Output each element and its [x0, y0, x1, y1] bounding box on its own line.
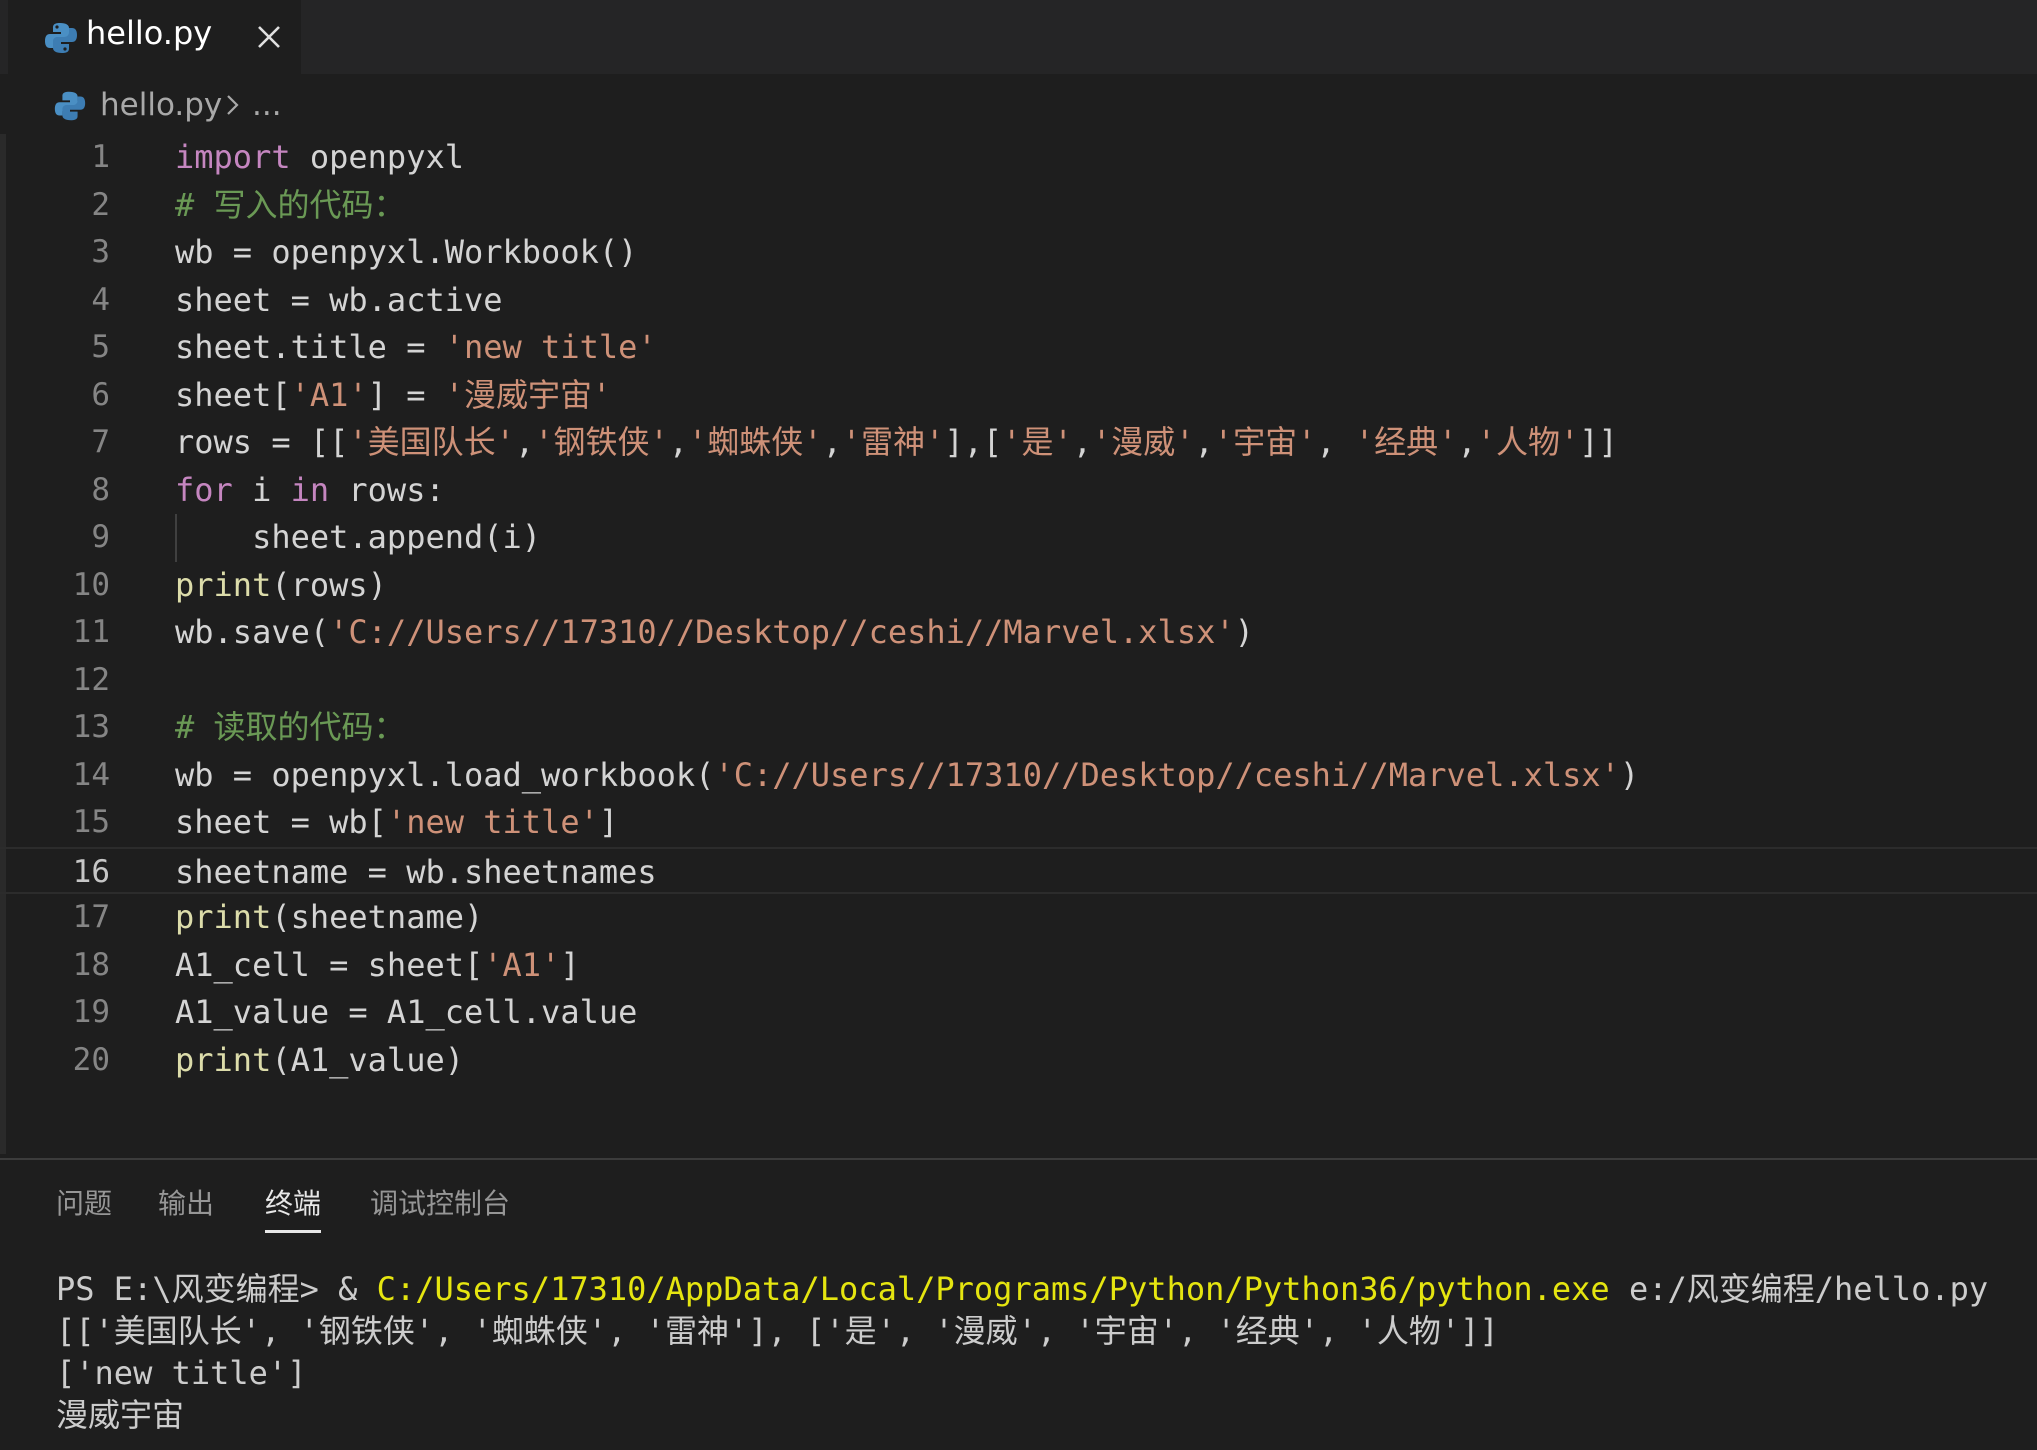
code-text: rows = [['美国队长','钢铁侠','蜘蛛侠','雷神'],['是','… — [175, 423, 1618, 461]
line-number: 6 — [91, 376, 110, 413]
breadcrumb-more[interactable]: ... — [252, 87, 282, 123]
code-line: 1 import openpyxl — [0, 134, 2037, 182]
tab-debug-console[interactable]: 调试控制台 — [370, 1182, 510, 1222]
panel-tab-bar: 问题 输出 终端 调试控制台 — [0, 1160, 2037, 1240]
terminal-output-line: 漫威宇宙 — [56, 1396, 185, 1434]
code-line: 7 rows = [['美国队长','钢铁侠','蜘蛛侠','雷神'],['是'… — [0, 419, 2037, 467]
tab-label: hello.py — [86, 14, 213, 52]
code-text: sheet.title = 'new title' — [175, 328, 657, 366]
line-number: 5 — [91, 329, 110, 365]
line-number: 19 — [72, 994, 110, 1030]
code-text: wb = openpyxl.Workbook() — [175, 233, 638, 271]
code-line: 11 wb.save('C://Users//17310//Desktop//c… — [0, 609, 2037, 657]
code-line: 6 sheet['A1'] = '漫威宇宙' — [0, 372, 2037, 420]
code-text: print(sheetname) — [175, 898, 484, 936]
code-text: A1_cell = sheet['A1'] — [175, 945, 580, 984]
line-number: 9 — [91, 519, 110, 555]
code-line: 18 A1_cell = sheet['A1'] — [0, 942, 2037, 990]
terminal-output-line: ['new title'] — [56, 1354, 307, 1392]
code-text: # 读取的代码： — [175, 708, 406, 746]
code-line: 12 — [0, 657, 2037, 705]
code-text: wb.save('C://Users//17310//Desktop//cesh… — [175, 613, 1254, 651]
line-number: 1 — [91, 139, 110, 175]
active-tab-indicator — [265, 1230, 321, 1233]
close-icon[interactable] — [248, 16, 290, 58]
code-line: 15 sheet = wb['new title'] — [0, 799, 2037, 847]
line-number: 3 — [91, 234, 110, 270]
line-number: 2 — [91, 186, 110, 223]
code-text: sheet = wb['new title'] — [175, 803, 619, 841]
tab-problems[interactable]: 问题 — [56, 1182, 112, 1222]
line-number: 16 — [72, 853, 110, 890]
code-text: print(rows) — [175, 565, 387, 604]
line-number: 10 — [72, 566, 110, 603]
line-number: 8 — [91, 471, 110, 508]
breadcrumb-file[interactable]: hello.py — [100, 87, 222, 123]
code-line: 10 print(rows) — [0, 562, 2037, 610]
code-text: # 写入的代码： — [175, 185, 406, 224]
editor-tab-bar: hello.py — [0, 0, 2037, 74]
code-text: import openpyxl — [175, 138, 464, 176]
bottom-panel: 问题 输出 终端 调试控制台 PS E:\风变编程> & C:/Users/17… — [0, 1158, 2037, 1450]
tab-output[interactable]: 输出 — [158, 1182, 214, 1222]
line-number: 4 — [91, 281, 110, 318]
code-text: sheet['A1'] = '漫威宇宙' — [175, 375, 612, 414]
line-number: 14 — [72, 756, 110, 793]
terminal-output-line: [['美国队长', '钢铁侠', '蜘蛛侠', '雷神'], ['是', '漫威… — [56, 1312, 1499, 1350]
code-text: wb = openpyxl.load_workbook('C://Users//… — [175, 755, 1640, 794]
code-editor[interactable]: 1 import openpyxl 2 # 写入的代码： 3 wb = open… — [0, 134, 2037, 1154]
code-line: 4 sheet = wb.active — [0, 277, 2037, 325]
code-line: 19 A1_value = A1_cell.value — [0, 989, 2037, 1037]
code-line: 2 # 写入的代码： — [0, 182, 2037, 230]
code-text: for i in rows: — [175, 470, 445, 509]
line-number: 7 — [91, 424, 110, 460]
code-line: 13 # 读取的代码： — [0, 704, 2037, 752]
code-line: 9 sheet.append(i) — [0, 514, 2037, 562]
code-text: sheetname = wb.sheetnames — [175, 852, 657, 891]
line-number: 17 — [72, 899, 110, 935]
line-number: 18 — [72, 946, 110, 983]
line-number: 11 — [72, 614, 110, 650]
python-file-icon — [42, 19, 80, 57]
chevron-right-icon — [222, 90, 244, 120]
tab-terminal[interactable]: 终端 — [265, 1182, 321, 1222]
line-number: 15 — [72, 804, 110, 840]
code-text: A1_value = A1_cell.value — [175, 993, 638, 1031]
breadcrumb: hello.py ... — [0, 82, 2037, 132]
line-number: 20 — [72, 1041, 110, 1078]
code-text: sheet = wb.active — [175, 280, 503, 319]
code-line: 8 for i in rows: — [0, 467, 2037, 515]
python-file-icon — [52, 88, 88, 124]
code-text: print(A1_value) — [175, 1040, 464, 1079]
code-text: sheet.append(i) — [175, 518, 542, 556]
terminal-command-line: PS E:\风变编程> & C:/Users/17310/AppData/Loc… — [56, 1270, 1989, 1308]
tab-hello-py[interactable]: hello.py — [8, 0, 301, 74]
code-line: 3 wb = openpyxl.Workbook() — [0, 229, 2037, 277]
line-number: 12 — [72, 661, 110, 698]
code-line: 5 sheet.title = 'new title' — [0, 324, 2037, 372]
current-code-line: 16 sheetname = wb.sheetnames — [0, 846, 2037, 894]
code-line: 17 print(sheetname) — [0, 894, 2037, 942]
line-number: 13 — [72, 709, 110, 745]
code-line: 14 wb = openpyxl.load_workbook('C://User… — [0, 752, 2037, 800]
code-line: 20 print(A1_value) — [0, 1037, 2037, 1085]
